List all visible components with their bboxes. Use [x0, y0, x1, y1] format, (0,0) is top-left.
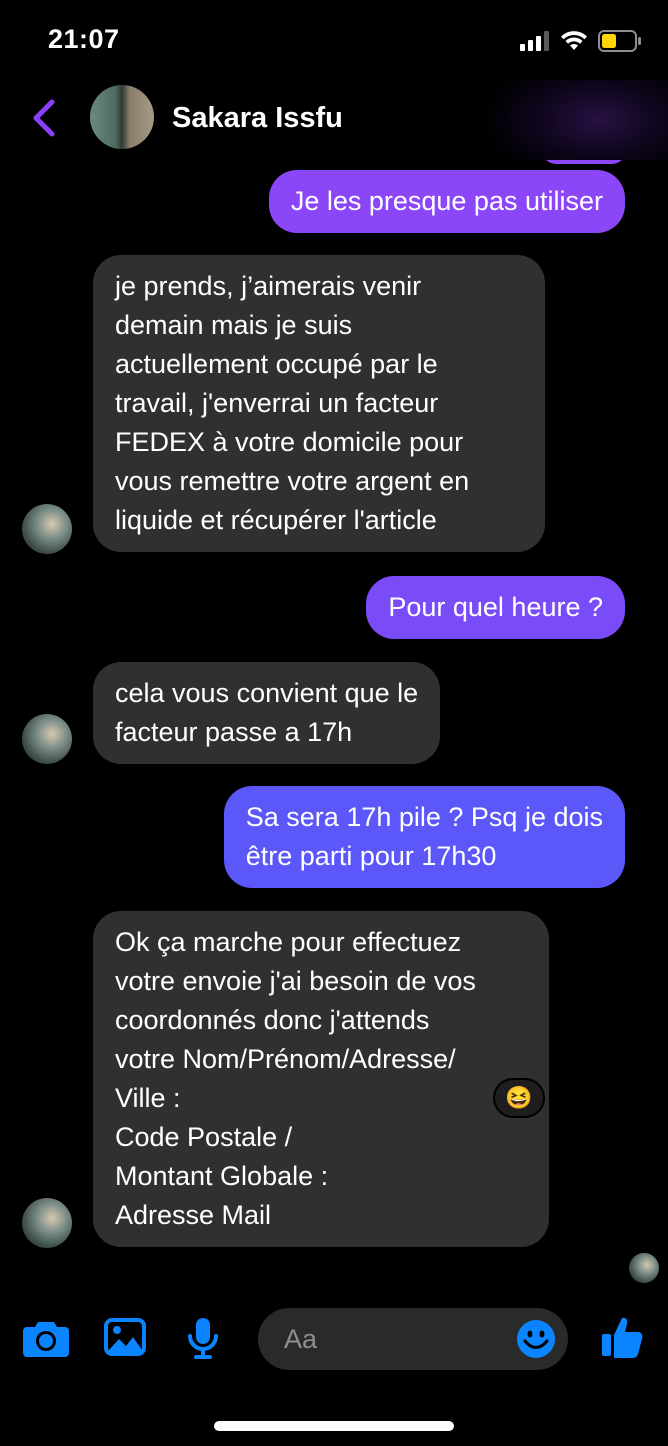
composer-bar	[0, 1300, 668, 1380]
back-chevron-icon[interactable]	[28, 98, 62, 138]
sender-avatar[interactable]	[22, 714, 72, 764]
message-bubble-outgoing[interactable]: Je les presque pas utiliser	[268, 170, 625, 233]
emoji-icon[interactable]	[516, 1319, 556, 1359]
signal-icon	[520, 31, 549, 51]
sender-avatar[interactable]	[22, 1198, 72, 1248]
message-bubble-incoming[interactable]: Ok ça marche pour effectuez votre envoie…	[93, 911, 549, 1247]
header-glow	[488, 80, 668, 160]
message-bubble-incoming[interactable]: je prends, j’aimerais venir demain mais …	[93, 255, 545, 552]
contact-avatar[interactable]	[90, 85, 154, 149]
message-input-container[interactable]	[258, 1308, 568, 1370]
message-reaction[interactable]: 😆	[493, 1078, 545, 1118]
status-icons	[520, 30, 642, 52]
battery-icon	[598, 30, 641, 52]
previous-message-fragment	[542, 160, 626, 164]
home-indicator	[214, 1421, 454, 1431]
sender-avatar[interactable]	[22, 504, 72, 554]
thumbs-up-icon[interactable]	[600, 1314, 644, 1360]
read-receipt-avatar	[629, 1253, 659, 1283]
gallery-icon[interactable]	[104, 1318, 146, 1356]
contact-name[interactable]: Sakara Issfu	[172, 102, 343, 135]
message-input[interactable]	[284, 1320, 504, 1358]
wifi-icon	[561, 31, 587, 50]
status-time: 21:07	[48, 24, 120, 54]
message-bubble-outgoing[interactable]: Sa sera 17h pile ? Psq je dois être part…	[223, 786, 625, 888]
message-list[interactable]: Je les presque pas utiliser je prends, j…	[0, 160, 668, 1290]
chat-header: Sakara Issfu	[0, 80, 668, 160]
reaction-emoji: 😆	[505, 1085, 533, 1110]
message-bubble-outgoing[interactable]: Pour quel heure ?	[366, 576, 625, 639]
microphone-icon[interactable]	[186, 1316, 220, 1360]
status-bar: 21:07	[0, 0, 668, 80]
message-bubble-incoming[interactable]: cela vous convient que le facteur passe …	[93, 662, 441, 764]
camera-icon[interactable]	[22, 1318, 70, 1358]
